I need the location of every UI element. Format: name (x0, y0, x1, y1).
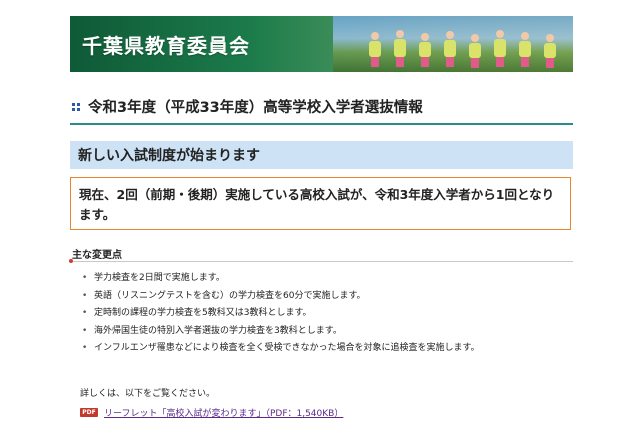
page-title: 令和3年度（平成33年度）高等学校入学者選抜情報 (72, 96, 572, 117)
points-heading: 主な変更点 (72, 250, 122, 261)
header-banner: 千葉県教育委員会 (70, 16, 573, 72)
notice-text: 現在、2回（前期・後期）実施している高校入試が、令和3年度入学者から1回となりま… (79, 187, 555, 222)
list-item: 学力検査を2日間で実施します。 (80, 270, 480, 288)
list-item: 定時制の課程の学力検査を5教科又は3教科とします。 (80, 305, 480, 323)
change-points-list: 学力検査を2日間で実施します。 英語（リスニングテストを含む）の学力検査を60分… (80, 270, 480, 358)
pdf-link-row[interactable]: PDF リーフレット「高校入試が変わります」（PDF：1,540KB） (80, 406, 343, 419)
pdf-icon: PDF (80, 408, 98, 417)
list-item: 海外帰国生徒の特別入学者選抜の学力検査を3教科とします。 (80, 323, 480, 341)
divider-dot (69, 259, 73, 263)
title-divider (70, 123, 573, 125)
page-title-text: 令和3年度（平成33年度）高等学校入学者選抜情報 (88, 100, 423, 116)
points-divider (69, 259, 573, 263)
bullet-squares-icon (72, 102, 80, 111)
site-title: 千葉県教育委員会 (82, 34, 250, 58)
banner-students-image (369, 30, 556, 68)
notice-box: 現在、2回（前期・後期）実施している高校入試が、令和3年度入学者から1回となりま… (70, 177, 571, 230)
details-text: 詳しくは、以下をご覧ください。 (80, 389, 216, 399)
section-heading-text: 新しい入試制度が始まります (78, 148, 260, 164)
list-item: インフルエンザ罹患などにより検査を全く受検できなかった場合を対象に追検査を実施し… (80, 340, 480, 358)
list-item: 英語（リスニングテストを含む）の学力検査を60分で実施します。 (80, 288, 480, 306)
leaflet-pdf-link[interactable]: リーフレット「高校入試が変わります」（PDF：1,540KB） (104, 406, 343, 419)
section-heading: 新しい入試制度が始まります (70, 141, 573, 169)
